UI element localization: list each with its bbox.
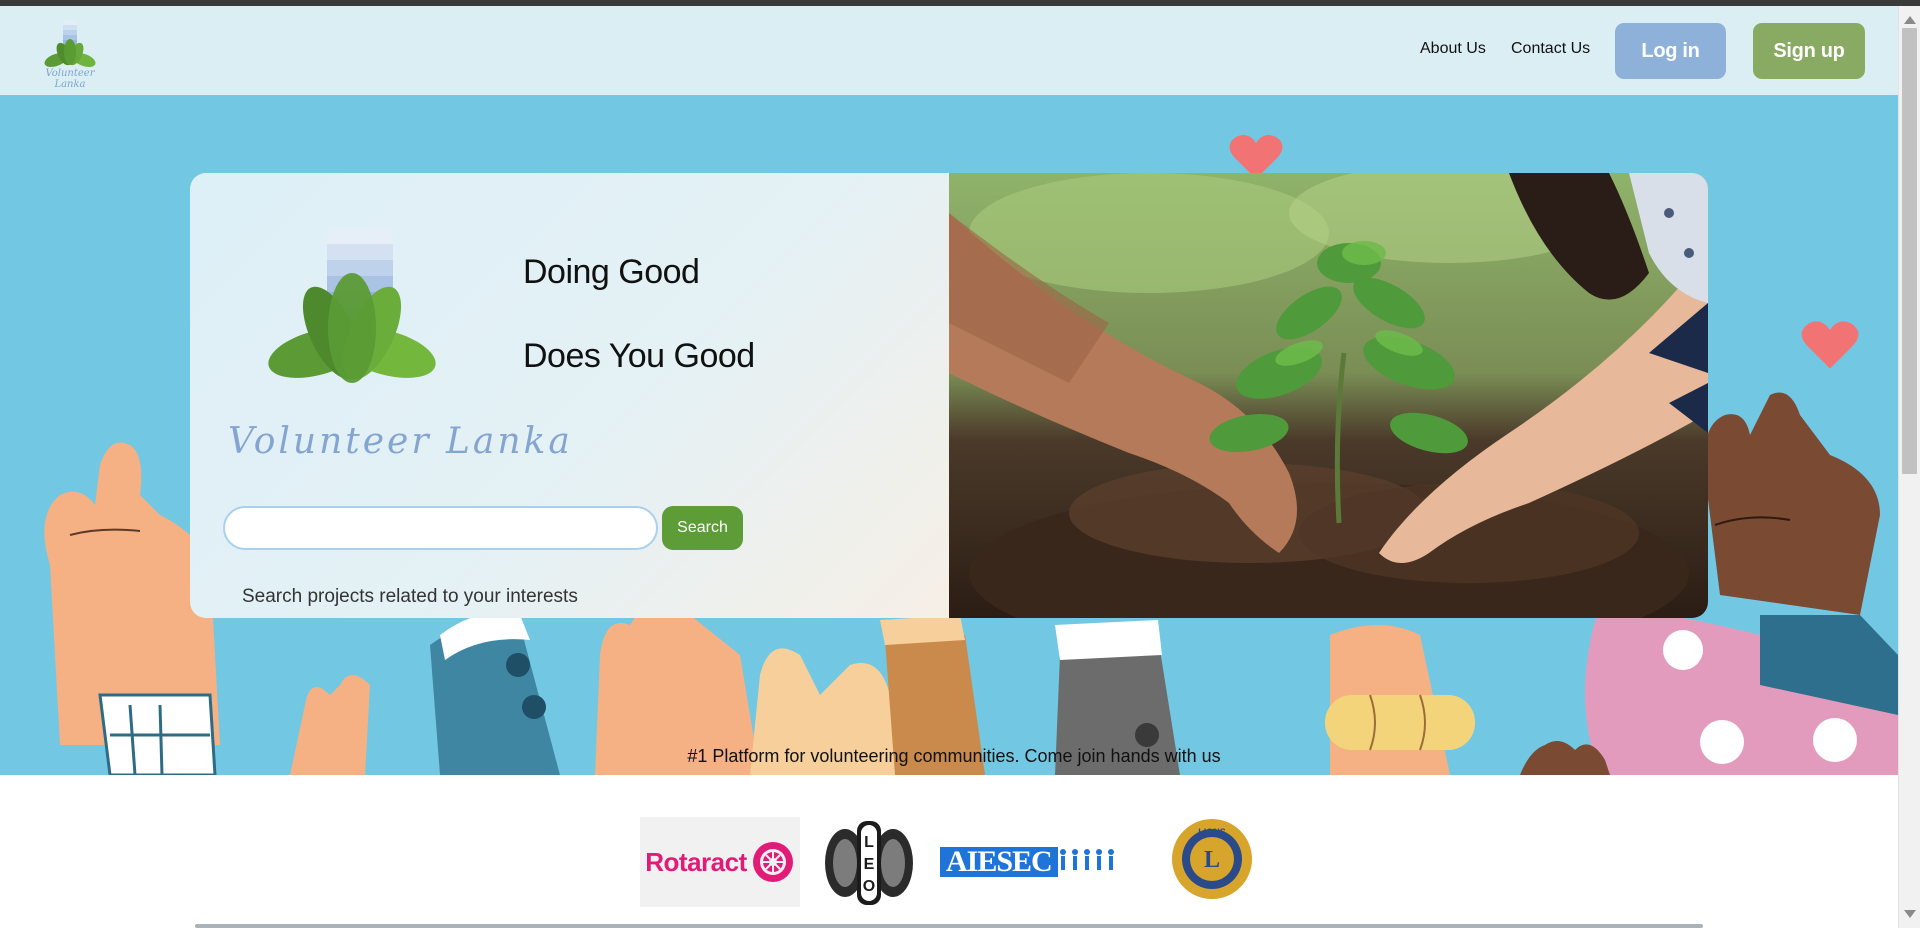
leo-logo: L E O (823, 817, 915, 909)
site-header: Volunteer Lanka About Us Contact Us Log … (0, 6, 1898, 95)
platform-tagline: #1 Platform for volunteering communities… (687, 746, 1221, 766)
hero-photo-planting (949, 173, 1708, 618)
svg-text:L: L (1204, 847, 1220, 873)
next-section-edge (195, 924, 1703, 928)
nav-about-us[interactable]: About Us (1420, 40, 1486, 58)
login-button[interactable]: Log in (1615, 23, 1726, 79)
lions-label: LIONS (1198, 827, 1226, 837)
tagline-line-1: Doing Good (523, 253, 700, 291)
scroll-thumb[interactable] (1902, 28, 1917, 474)
vertical-scrollbar[interactable] (1898, 6, 1920, 928)
scroll-down-icon[interactable] (1904, 910, 1916, 918)
partners-strip: Rotaract L E O AIESEC L LIONS (0, 775, 1898, 928)
hero-card-left: Volunteer Lanka Doing Good Does You Good… (190, 173, 949, 618)
planting-photo (949, 173, 1708, 618)
lions-emblem-icon: L LIONS (1172, 819, 1252, 899)
hero-brand-name: Volunteer Lanka (228, 421, 573, 462)
search-hint: Search projects related to your interest… (242, 586, 578, 607)
nav-contact-us[interactable]: Contact Us (1511, 40, 1590, 58)
search-input[interactable] (223, 506, 658, 550)
hero-section: Volunteer Lanka Doing Good Does You Good… (0, 95, 1898, 775)
rotary-wheel-icon (752, 842, 793, 882)
aiesec-logo: AIESEC (940, 817, 1140, 907)
search-button[interactable]: Search (662, 506, 743, 550)
leo-lion-icon: L E O (825, 821, 913, 905)
tagline-line-2: Does You Good (523, 337, 755, 375)
aiesec-people-icon (1059, 849, 1114, 870)
lotus-logo-icon (268, 228, 436, 383)
signup-button[interactable]: Sign up (1753, 23, 1865, 79)
svg-text:E: E (864, 856, 875, 873)
brand-name: Volunteer Lanka (45, 68, 95, 90)
scroll-up-icon[interactable] (1904, 16, 1916, 24)
heart-icon (1801, 321, 1859, 369)
svg-text:O: O (863, 878, 875, 895)
rotaract-label: Rotaract (645, 846, 747, 877)
hero-card: Volunteer Lanka Doing Good Does You Good… (190, 173, 1708, 618)
brand-logo-link[interactable]: Volunteer Lanka (30, 16, 110, 90)
svg-text:L: L (864, 834, 874, 851)
rotaract-logo: Rotaract (640, 817, 800, 907)
lions-logo: L LIONS (1170, 817, 1254, 901)
aiesec-label: AIESEC (940, 847, 1058, 877)
